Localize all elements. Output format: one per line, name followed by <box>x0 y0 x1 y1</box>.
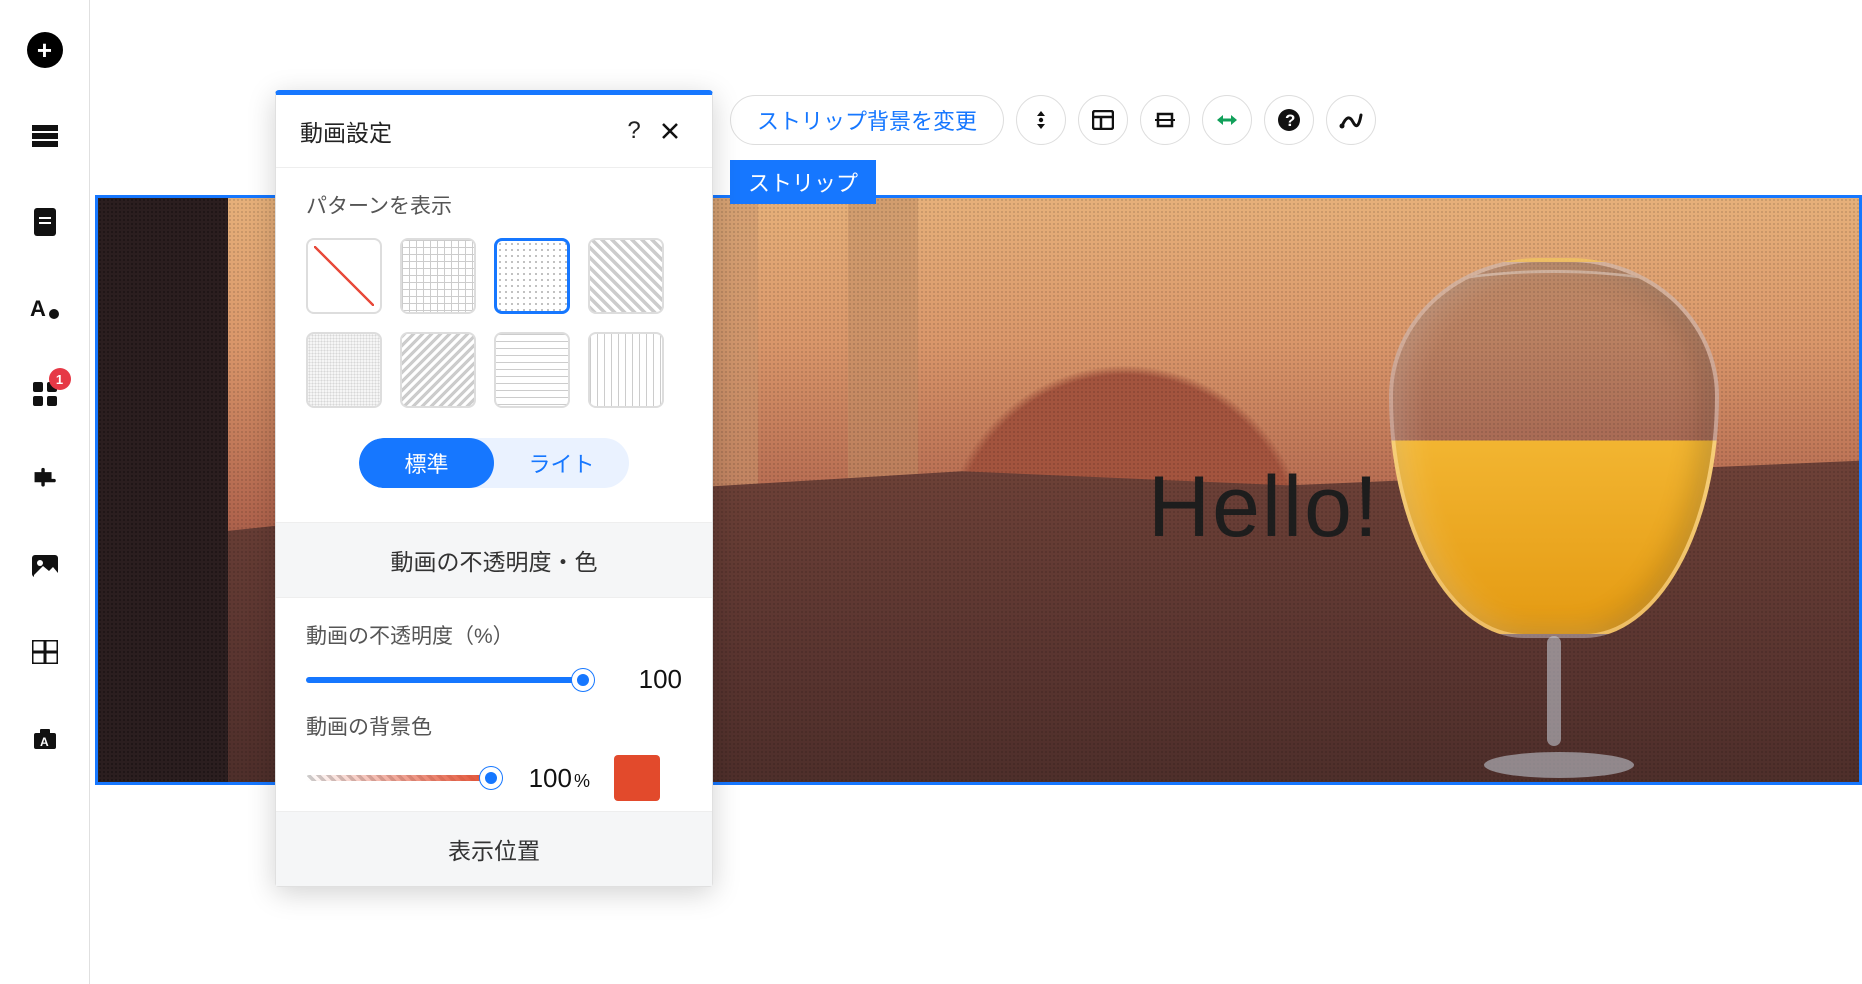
panel-title: 動画設定 <box>300 114 392 148</box>
bgcolor-label: 動画の背景色 <box>306 711 682 741</box>
bgcolor-section: 動画の背景色 100% <box>276 705 712 811</box>
text-style-icon: A <box>30 296 60 320</box>
pattern-dots[interactable] <box>494 238 570 314</box>
position-header[interactable]: 表示位置 <box>276 811 712 886</box>
sections-button[interactable] <box>25 116 65 156</box>
scroll-settings-button[interactable] <box>1016 95 1066 145</box>
change-strip-background-button[interactable]: ストリップ背景を変更 <box>730 95 1004 145</box>
bgcolor-value[interactable]: 100% <box>520 763 590 794</box>
pattern-grid <box>306 238 682 408</box>
table-icon <box>32 640 58 664</box>
seg-light[interactable]: ライト <box>494 438 629 488</box>
pattern-grid-small[interactable] <box>400 238 476 314</box>
opacity-slider[interactable] <box>306 677 588 683</box>
pattern-none[interactable] <box>306 238 382 314</box>
change-bg-label: ストリップ背景を変更 <box>757 104 977 136</box>
pattern-vlines[interactable] <box>588 332 664 408</box>
svg-text:A: A <box>30 296 46 320</box>
slider-thumb[interactable] <box>572 669 594 691</box>
apps-button[interactable]: 1 <box>25 374 65 414</box>
svg-text:?: ? <box>1285 111 1295 130</box>
strip-action-bar: ストリップ背景を変更 ? <box>730 95 1376 145</box>
slider-thumb[interactable] <box>480 767 502 789</box>
pattern-section: パターンを表示 標準 ライト <box>276 168 712 522</box>
arrows-horizontal-icon <box>1215 113 1239 127</box>
animation-button[interactable] <box>1326 95 1376 145</box>
question-icon: ? <box>627 117 640 145</box>
strip-badge[interactable]: ストリップ <box>730 160 876 204</box>
plus-icon: + <box>27 32 63 68</box>
layout-icon <box>1092 110 1114 130</box>
stretch-button[interactable] <box>1140 95 1190 145</box>
intensity-segmented: 標準 ライト <box>359 438 629 488</box>
width-button[interactable] <box>1202 95 1252 145</box>
plugins-button[interactable] <box>25 460 65 500</box>
pattern-label: パターンを表示 <box>306 190 682 220</box>
panel-header: 動画設定 ? <box>276 95 712 168</box>
pattern-noise[interactable] <box>306 332 382 408</box>
hello-heading[interactable]: Hello! <box>1148 458 1380 557</box>
layout-button[interactable] <box>1078 95 1128 145</box>
image-icon <box>32 555 58 577</box>
media-button[interactable] <box>25 546 65 586</box>
help-button[interactable]: ? <box>1264 95 1314 145</box>
left-toolbar: + A 1 A <box>0 0 90 984</box>
grid-button[interactable] <box>25 632 65 672</box>
add-button[interactable]: + <box>25 30 65 70</box>
close-icon <box>660 121 680 141</box>
strip-icon <box>32 125 58 147</box>
bgcolor-swatch[interactable] <box>614 755 660 801</box>
theme-button[interactable]: A <box>25 288 65 328</box>
panel-help-button[interactable]: ? <box>616 113 652 149</box>
motion-icon <box>1339 110 1363 130</box>
help-icon: ? <box>1277 108 1301 132</box>
bg-shape <box>848 198 918 537</box>
panel-close-button[interactable] <box>652 113 688 149</box>
strip-edge <box>98 198 228 782</box>
stretch-icon <box>1153 111 1177 129</box>
wine-glass-graphic <box>1389 258 1719 778</box>
pattern-hlines[interactable] <box>494 332 570 408</box>
page-icon <box>34 208 56 236</box>
opacity-label: 動画の不透明度（%） <box>306 620 682 650</box>
opacity-section: 動画の不透明度（%） 100 <box>276 598 712 705</box>
opacity-color-header[interactable]: 動画の不透明度・色 <box>276 522 712 598</box>
pattern-diag-alt[interactable] <box>400 332 476 408</box>
puzzle-icon <box>32 467 58 493</box>
opacity-value[interactable]: 100 <box>612 664 682 695</box>
business-button[interactable]: A <box>25 718 65 758</box>
seg-standard[interactable]: 標準 <box>359 438 494 488</box>
apps-badge: 1 <box>49 368 71 390</box>
scroll-icon <box>1031 109 1051 131</box>
svg-text:A: A <box>40 735 49 749</box>
pattern-diag[interactable] <box>588 238 664 314</box>
briefcase-a-icon: A <box>32 725 58 751</box>
pages-button[interactable] <box>25 202 65 242</box>
video-settings-panel: 動画設定 ? パターンを表示 標準 ライト 動画の不透明度・色 動画の不透明度（… <box>275 90 713 887</box>
bgcolor-slider[interactable] <box>306 775 496 781</box>
